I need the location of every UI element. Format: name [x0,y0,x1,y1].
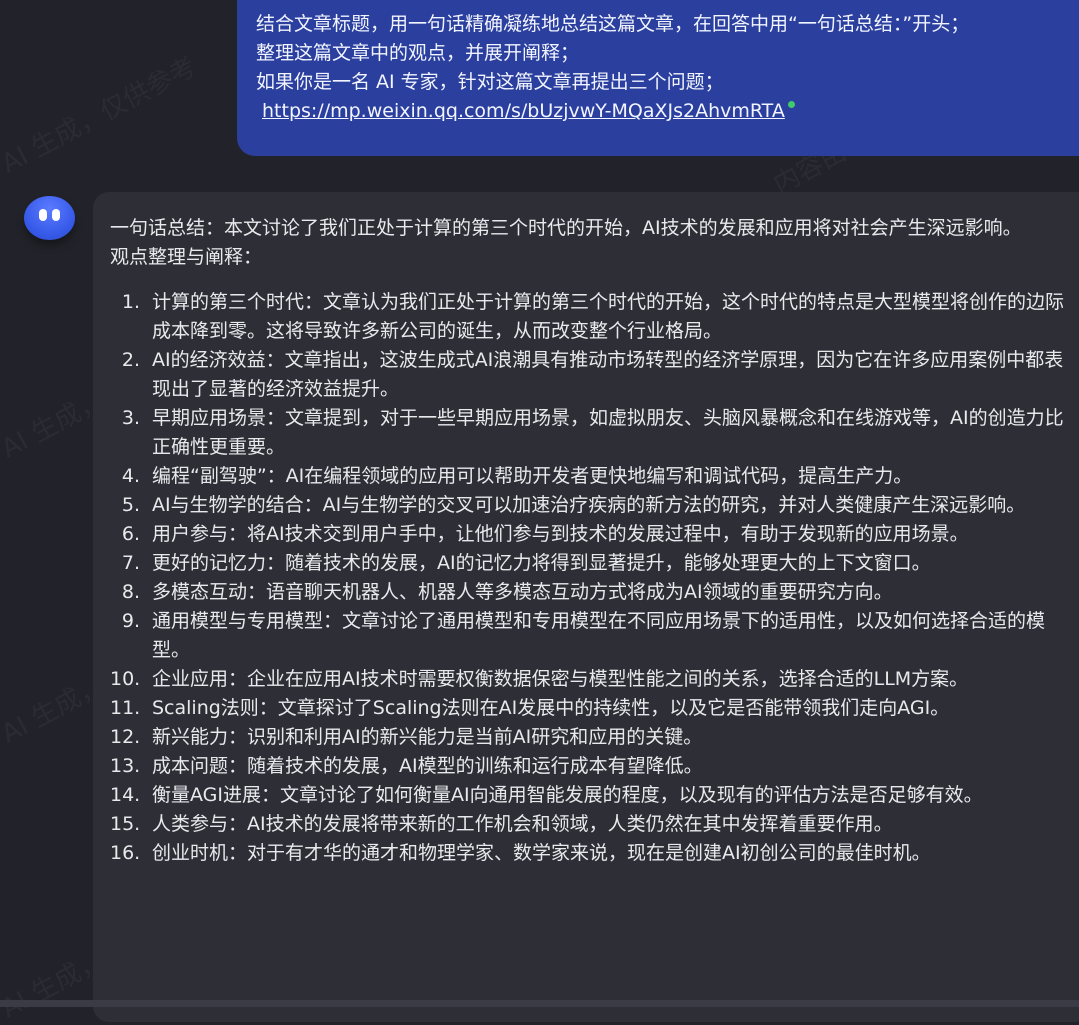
list-item-text: 衡量AGI进展：文章讨论了如何衡量AI向通用智能发展的程度，以及现有的评估方法是… [152,784,983,806]
article-link[interactable]: https://mp.weixin.qq.com/s/bUzjvwY-MQaXJ… [262,100,785,122]
list-item-text: 创业时机：对于有才华的通才和物理学家、数学家来说，现在是创建AI初创公司的最佳时… [152,842,931,864]
user-message-bubble: 结合文章标题，用一句话精确凝练地总结这篇文章，在回答中用“一句话总结：”开头； … [237,0,1079,156]
avatar-eye [52,209,60,221]
list-item-text: 用户参与：将AI技术交到用户手中，让他们参与到技术的发展过程中，有助于发现新的应… [152,523,969,545]
list-item-number: 4. [121,465,140,487]
list-item-number: 13. [110,755,141,777]
list-item: 13. 成本问题：随着技术的发展，AI模型的训练和运行成本有望降低。 [110,752,1075,781]
list-item: 11. Scaling法则：文章探讨了Scaling法则在AI发展中的持续性，以及… [110,694,1075,723]
user-message-link-line: https://mp.weixin.qq.com/s/bUzjvwY-MQaXJ… [256,97,1079,126]
list-item: 4. 编程“副驾驶”：AI在编程领域的应用可以帮助开发者更快地编写和调试代码，提高… [110,462,1075,491]
list-item-text: 新兴能力：识别和利用AI的新兴能力是当前AI研究和应用的关键。 [152,726,703,748]
list-item-number: 1. [121,291,140,313]
user-message-line: 结合文章标题，用一句话精确凝练地总结这篇文章，在回答中用“一句话总结：”开头； [256,13,970,35]
list-item-number: 5. [121,494,140,516]
list-item-text: 人类参与：AI技术的发展将带来新的工作机会和领域，人类仍然在其中发挥着重要作用。 [152,813,893,835]
list-item-text: 更好的记忆力：随着技术的发展，AI的记忆力将得到显著提升，能够处理更大的上下文窗… [152,552,931,574]
list-item-number: 14. [110,784,141,806]
link-status-dot [787,101,795,108]
list-item-number: 2. [121,349,140,371]
list-item: 9. 通用模型与专用模型：文章讨论了通用模型和专用模型在不同应用场景下的适用性，以… [110,607,1075,665]
user-message-line: 如果你是一名 AI 专家，针对这篇文章再提出三个问题； [256,71,724,93]
bottom-input-bar-edge [0,1000,1079,1007]
list-item-text: AI与生物学的结合：AI与生物学的交叉可以加速治疗疾病的新方法的研究，并对人类健… [152,494,1026,516]
list-item-number: 11. [110,697,141,719]
list-item-text: 通用模型与专用模型：文章讨论了通用模型和专用模型在不同应用场景下的适用性，以及如… [152,610,1046,661]
list-item: 10. 企业应用：企业在应用AI技术时需要权衡数据保密与模型性能之间的关系，选择合… [110,665,1075,694]
section-title: 观点整理与阐释： [110,246,263,268]
list-item: 2. AI的经济效益：文章指出，这波生成式AI浪潮具有推动市场转型的经济学原理，因… [110,346,1075,404]
list-item: 3. 早期应用场景：文章提到，对于一些早期应用场景，如虚拟朋友、头脑风暴概念和在线… [110,404,1075,462]
watermark: AI 生成，仅供参考 [0,47,202,181]
list-item-text: 计算的第三个时代：文章认为我们正处于计算的第三个时代的开始，这个时代的特点是大型… [152,291,1065,342]
list-item-text: 成本问题：随着技术的发展，AI模型的训练和运行成本有望降低。 [152,755,703,777]
list-item-number: 12. [110,726,141,748]
list-item: 8. 多模态互动：语音聊天机器人、机器人等多模态互动方式将成为AI领域的重要研究方… [110,578,1075,607]
list-item-number: 8. [121,581,140,603]
list-item-text: 多模态互动：语音聊天机器人、机器人等多模态互动方式将成为AI领域的重要研究方向。 [152,581,893,603]
list-item: 16. 创业时机：对于有才华的通才和物理学家、数学家来说，现在是创建AI初创公司的… [110,839,1075,868]
list-item: 7. 更好的记忆力：随着技术的发展，AI的记忆力将得到显著提升，能够处理更大的上下… [110,549,1075,578]
list-item-number: 7. [121,552,140,574]
list-item-text: Scaling法则：文章探讨了Scaling法则在AI发展中的持续性，以及它是否… [152,697,950,719]
summary-text: 一句话总结：本文讨论了我们正处于计算的第三个时代的开始，AI技术的发展和应用将对… [110,217,1022,239]
list-item-text: AI的经济效益：文章指出，这波生成式AI浪潮具有推动市场转型的经济学原理，因为它… [152,349,1064,400]
list-item-number: 9. [121,610,140,632]
user-message-line: 整理这篇文章中的观点，并展开阐释； [256,42,580,64]
list-item: 15. 人类参与：AI技术的发展将带来新的工作机会和领域，人类仍然在其中发挥着重要… [110,810,1075,839]
list-item-text: 企业应用：企业在应用AI技术时需要权衡数据保密与模型性能之间的关系，选择合适的L… [152,668,969,690]
list-item-number: 3. [121,407,140,429]
list-item: 5. AI与生物学的结合：AI与生物学的交叉可以加速治疗疾病的新方法的研究，并对人… [110,491,1075,520]
list-item-number: 16. [110,842,141,864]
points-list: 1. 计算的第三个时代：文章认为我们正处于计算的第三个时代的开始，这个时代的特点是… [110,288,1075,868]
list-item-number: 15. [110,813,141,835]
list-item: 6. 用户参与：将AI技术交到用户手中，让他们参与到技术的发展过程中，有助于发现新… [110,520,1075,549]
bot-avatar [24,196,75,240]
avatar-eye [39,209,47,221]
list-item: 12. 新兴能力：识别和利用AI的新兴能力是当前AI研究和应用的关键。 [110,723,1075,752]
list-item-number: 10. [110,668,141,690]
bot-message-bubble: 一句话总结：本文讨论了我们正处于计算的第三个时代的开始，AI技术的发展和应用将对… [93,192,1079,1022]
list-item: 14. 衡量AGI进展：文章讨论了如何衡量AI向通用智能发展的程度，以及现有的评估… [110,781,1075,810]
list-item-number: 6. [121,523,140,545]
list-item-text: 早期应用场景：文章提到，对于一些早期应用场景，如虚拟朋友、头脑风暴概念和在线游戏… [152,407,1064,458]
list-item: 1. 计算的第三个时代：文章认为我们正处于计算的第三个时代的开始，这个时代的特点是… [110,288,1075,346]
list-item-text: 编程“副驾驶”：AI在编程领域的应用可以帮助开发者更快地编写和调试代码，提高生产… [152,465,913,487]
